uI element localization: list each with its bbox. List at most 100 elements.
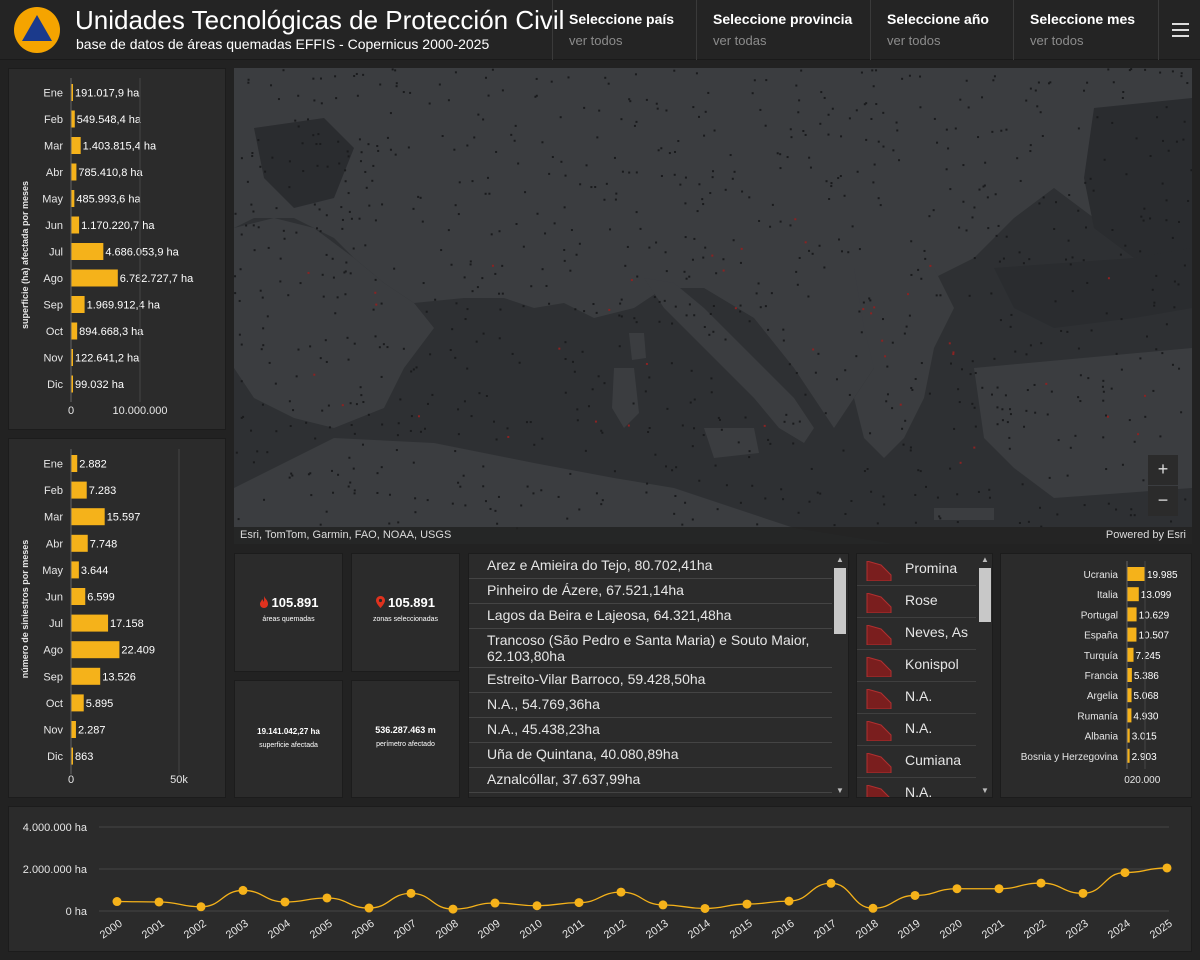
scroll-down-icon[interactable]: ▼ (978, 785, 992, 797)
burn-area-dot (978, 188, 981, 191)
bar[interactable] (71, 614, 109, 632)
largest-fires-list[interactable]: Arez e Amieira do Tejo, 80.702,41ha Pinhe… (468, 553, 849, 798)
data-point[interactable] (784, 896, 794, 906)
data-point[interactable] (826, 878, 836, 888)
province-list-item[interactable]: Rose (857, 586, 976, 618)
bar[interactable] (71, 561, 79, 579)
burn-area-dot (447, 99, 450, 102)
bar[interactable] (71, 508, 105, 526)
fire-list-item[interactable]: Arez e Amieira do Tejo, 80.702,41ha (469, 554, 832, 579)
scrollbar-thumb[interactable] (834, 568, 846, 634)
bar[interactable] (71, 588, 86, 605)
bar[interactable] (71, 296, 85, 313)
fire-list-item[interactable]: Lagos da Beira e Lajeosa, 64.321,48ha (469, 604, 832, 629)
bar[interactable] (71, 269, 118, 287)
bar[interactable] (71, 137, 81, 154)
country-selector[interactable]: Seleccione país ver todos (552, 0, 696, 60)
province-list-item[interactable]: N.A. (857, 714, 976, 746)
burn-area-dot (998, 260, 1001, 263)
data-point[interactable] (952, 884, 962, 894)
data-point[interactable] (658, 900, 668, 910)
data-point[interactable] (910, 890, 920, 900)
data-point[interactable] (112, 897, 122, 907)
burn-area-highlight (491, 264, 494, 267)
burn-area-dot (704, 246, 707, 249)
zoom-out-button[interactable]: − (1148, 486, 1178, 516)
bar[interactable] (1127, 708, 1132, 723)
fire-list-item[interactable]: Trancoso (São Pedro e Santa Maria) e Sou… (469, 629, 832, 668)
fire-list-item[interactable]: Aznalcóllar, 37.637,99ha (469, 768, 832, 793)
data-point[interactable] (364, 903, 374, 913)
burned-areas-map[interactable]: Esri, TomTom, Garmin, FAO, NOAA, USGS Po… (234, 68, 1192, 544)
province-list-item[interactable]: Konispol (857, 650, 976, 682)
year-selector[interactable]: Seleccione año ver todos (870, 0, 1013, 60)
fire-list-item[interactable]: N.A., 45.438,23ha (469, 718, 832, 743)
bar[interactable] (71, 694, 84, 712)
fires-list-scrollbar[interactable]: ▲ ▼ (833, 554, 847, 797)
bar[interactable] (1127, 688, 1132, 703)
data-point[interactable] (532, 901, 542, 911)
zoom-in-button[interactable]: + (1148, 455, 1178, 485)
bar[interactable] (1127, 627, 1137, 642)
province-list-item[interactable]: Cumiana (857, 746, 976, 778)
bar[interactable] (71, 216, 80, 234)
province-list-item[interactable]: Promina (857, 554, 976, 586)
province-list-item[interactable]: N.A. (857, 778, 976, 797)
bar[interactable] (71, 163, 77, 181)
data-point[interactable] (700, 903, 710, 913)
province-list-item[interactable]: Neves, As (857, 618, 976, 650)
bar[interactable] (71, 243, 104, 260)
burn-area-dot (895, 121, 898, 124)
data-point[interactable] (154, 897, 164, 907)
scrollbar-thumb[interactable] (979, 568, 991, 622)
bar[interactable] (71, 641, 120, 659)
scroll-up-icon[interactable]: ▲ (833, 554, 847, 566)
bar[interactable] (1127, 647, 1134, 662)
bar[interactable] (71, 455, 78, 472)
bar[interactable] (71, 534, 88, 552)
burn-area-dot (347, 358, 350, 361)
data-point[interactable] (574, 898, 584, 908)
data-point[interactable] (1162, 863, 1172, 873)
provinces-list[interactable]: Promina Rose Neves, As Konispol N.A. N.A. Cumi… (856, 553, 993, 798)
bar[interactable] (71, 667, 101, 685)
bar[interactable] (71, 481, 87, 499)
scroll-up-icon[interactable]: ▲ (978, 554, 992, 566)
province-selector[interactable]: Seleccione provincia ver todas (696, 0, 870, 60)
data-point[interactable] (868, 903, 878, 913)
province-list-item[interactable]: N.A. (857, 682, 976, 714)
burn-area-dot (886, 365, 889, 368)
category-label: Italia (1097, 590, 1119, 601)
data-point[interactable] (406, 888, 416, 898)
data-point[interactable] (1036, 878, 1046, 888)
powered-by-esri[interactable]: Powered by Esri (1106, 529, 1186, 541)
data-point[interactable] (490, 898, 500, 908)
provinces-list-scrollbar[interactable]: ▲ ▼ (978, 554, 992, 797)
fire-list-item[interactable]: Uña de Quintana, 40.080,89ha (469, 743, 832, 768)
bar[interactable] (1127, 567, 1145, 581)
hamburger-menu-icon[interactable] (1158, 0, 1200, 60)
data-point[interactable] (448, 904, 458, 914)
bar[interactable] (71, 322, 78, 340)
bar[interactable] (1127, 607, 1137, 622)
fire-list-item[interactable]: Pinheiro de Ázere, 67.521,14ha (469, 579, 832, 604)
data-point[interactable] (1120, 868, 1130, 878)
scroll-down-icon[interactable]: ▼ (833, 785, 847, 797)
bar[interactable] (1127, 587, 1139, 602)
burn-area-dot (252, 210, 255, 213)
data-point[interactable] (280, 897, 290, 907)
month-selector[interactable]: Seleccione mes ver todos (1013, 0, 1158, 60)
bar[interactable] (1127, 668, 1132, 682)
data-point[interactable] (994, 884, 1004, 894)
data-point[interactable] (616, 887, 626, 897)
data-point[interactable] (1078, 888, 1088, 898)
data-point[interactable] (322, 893, 332, 903)
bar[interactable] (71, 190, 75, 207)
bar[interactable] (71, 110, 75, 128)
bar[interactable] (71, 721, 76, 738)
data-point[interactable] (196, 902, 206, 912)
data-point[interactable] (742, 899, 752, 909)
fire-list-item[interactable]: N.A., 54.769,36ha (469, 693, 832, 718)
fire-list-item[interactable]: Estreito-Vilar Barroco, 59.428,50ha (469, 668, 832, 693)
data-point[interactable] (238, 885, 248, 895)
